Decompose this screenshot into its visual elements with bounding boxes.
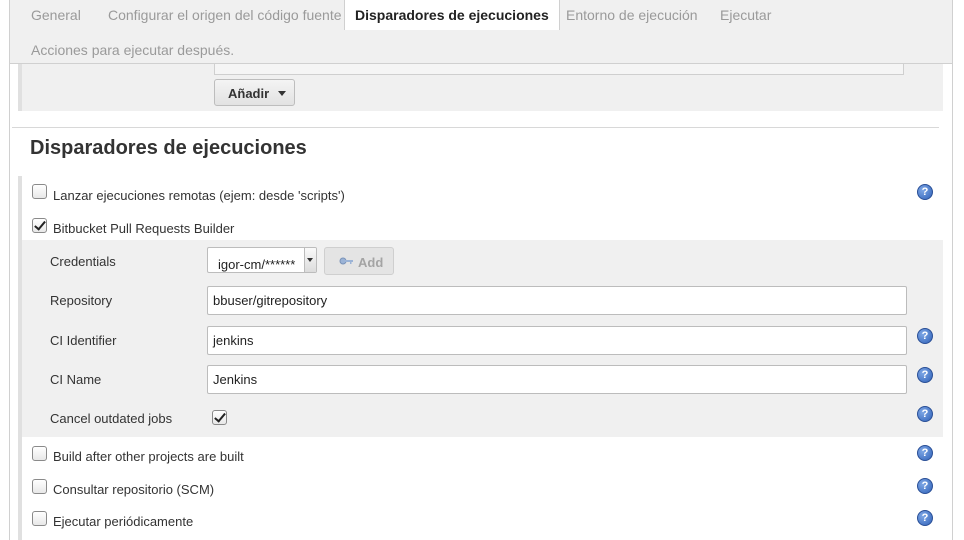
add-credentials-button[interactable]: Add	[324, 247, 394, 275]
frame-border-left	[9, 64, 10, 540]
repository-input[interactable]: bbuser/gitrepository	[207, 286, 907, 315]
section-rail	[18, 64, 22, 111]
remote-trigger-label: Lanzar ejecuciones remotas (ejem: desde …	[53, 188, 345, 203]
tab-general[interactable]: General	[31, 7, 81, 23]
frame-border-right	[952, 64, 953, 540]
credentials-select[interactable]: igor-cm/******	[207, 247, 317, 273]
add-credentials-label: Add	[358, 255, 384, 270]
bitbucket-trigger-label: Bitbucket Pull Requests Builder	[53, 221, 235, 236]
tab-source-code[interactable]: Configurar el origen del código fuente	[108, 7, 342, 23]
bitbucket-trigger-checkbox[interactable]	[32, 218, 47, 233]
help-icon[interactable]	[917, 478, 933, 494]
help-icon[interactable]	[917, 445, 933, 461]
periodic-build-checkbox[interactable]	[32, 511, 47, 526]
help-icon[interactable]	[917, 406, 933, 422]
build-after-checkbox[interactable]	[32, 446, 47, 461]
ci-identifier-input[interactable]: jenkins	[207, 326, 907, 355]
help-icon[interactable]	[917, 184, 933, 200]
cancel-outdated-label: Cancel outdated jobs	[50, 411, 173, 426]
tab-post-build[interactable]: Acciones para ejecutar después.	[31, 42, 234, 58]
caret-down-icon	[278, 91, 286, 96]
tab-build[interactable]: Ejecutar	[720, 7, 771, 23]
section-title: Disparadores de ejecuciones	[30, 137, 307, 159]
tab-build-environment[interactable]: Entorno de ejecución	[566, 7, 698, 23]
repository-label: Repository	[50, 293, 113, 308]
help-icon[interactable]	[917, 510, 933, 526]
credentials-selected-value: igor-cm/******	[218, 257, 296, 272]
build-after-label: Build after other projects are built	[53, 449, 244, 464]
scm-poll-label: Consultar repositorio (SCM)	[53, 482, 215, 497]
add-button-label: Añadir	[228, 86, 270, 101]
ci-name-label: CI Name	[50, 372, 102, 387]
remote-trigger-checkbox[interactable]	[32, 184, 47, 199]
add-dropdown-button[interactable]: Añadir	[214, 79, 295, 106]
previous-section-field[interactable]	[214, 64, 904, 75]
periodic-build-label: Ejecutar periódicamente	[53, 514, 194, 529]
tab-build-triggers[interactable]: Disparadores de ejecuciones	[344, 0, 560, 30]
section-divider	[12, 127, 939, 128]
help-icon[interactable]	[917, 328, 933, 344]
help-icon[interactable]	[917, 367, 933, 383]
caret-down-icon	[304, 248, 316, 272]
scm-poll-checkbox[interactable]	[32, 479, 47, 494]
ci-name-input[interactable]: Jenkins	[207, 365, 907, 394]
credentials-label: Credentials	[50, 254, 116, 269]
key-icon	[339, 257, 353, 265]
ci-identifier-label: CI Identifier	[50, 333, 117, 348]
cancel-outdated-checkbox[interactable]	[212, 410, 227, 425]
